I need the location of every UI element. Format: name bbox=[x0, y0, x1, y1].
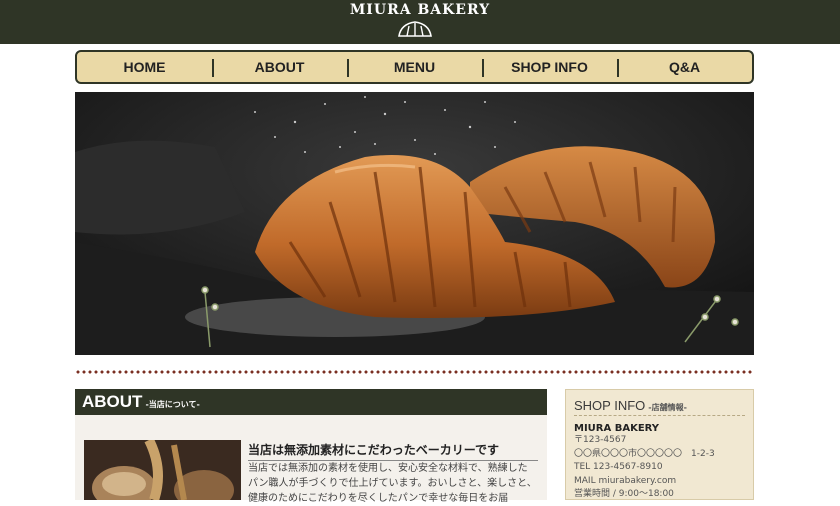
shop-mail[interactable]: MAIL miurabakery.com bbox=[574, 475, 745, 489]
about-header: ABOUT -当店について- bbox=[75, 389, 547, 415]
croissant-icon bbox=[398, 21, 432, 37]
shop-info-subtitle: -店舗情報- bbox=[648, 403, 687, 412]
nav-qa[interactable]: Q&A bbox=[617, 52, 752, 82]
croissant-photo bbox=[75, 92, 754, 355]
about-subtitle: -当店について- bbox=[145, 400, 200, 409]
nav-home[interactable]: HOME bbox=[77, 52, 212, 82]
nav-menu[interactable]: MENU bbox=[347, 52, 482, 82]
about-section: ABOUT -当店について- 当店は無添加素材にこだわったベーカリーです 当店で… bbox=[75, 389, 547, 504]
about-title: ABOUT bbox=[82, 392, 143, 411]
about-heading: 当店は無添加素材にこだわったベーカリーです bbox=[248, 441, 538, 461]
shop-hours: 営業時間 / 9:00～18:00 bbox=[574, 489, 674, 499]
shop-name: MIURA BAKERY bbox=[574, 423, 660, 434]
shop-address: 〇〇県〇〇〇市〇〇〇〇〇 1-2-3 bbox=[574, 448, 715, 459]
shop-tel[interactable]: TEL 123-4567-8910 bbox=[574, 461, 745, 475]
shop-info-header: SHOP INFO -店舗情報- bbox=[574, 398, 745, 416]
shop-info-title: SHOP INFO bbox=[574, 398, 646, 413]
bread-photo bbox=[84, 440, 241, 500]
dotted-divider bbox=[75, 369, 754, 375]
about-text: 当店では無添加の素材を使用し、安心安全な材料で、熟練したパン職人が手づくりで仕上… bbox=[248, 463, 537, 504]
shop-info-box: SHOP INFO -店舗情報- MIURA BAKERY 〒123-4567 … bbox=[565, 389, 754, 500]
main-nav: HOME ABOUT MENU SHOP INFO Q&A bbox=[75, 50, 754, 84]
brand-name[interactable]: MIURA BAKERY bbox=[0, 2, 840, 18]
hero-image bbox=[75, 92, 754, 355]
shop-postal: 〒123-4567 bbox=[574, 435, 627, 445]
nav-shop-info[interactable]: SHOP INFO bbox=[482, 52, 617, 82]
site-header: MIURA BAKERY bbox=[0, 0, 840, 44]
nav-about[interactable]: ABOUT bbox=[212, 52, 347, 82]
